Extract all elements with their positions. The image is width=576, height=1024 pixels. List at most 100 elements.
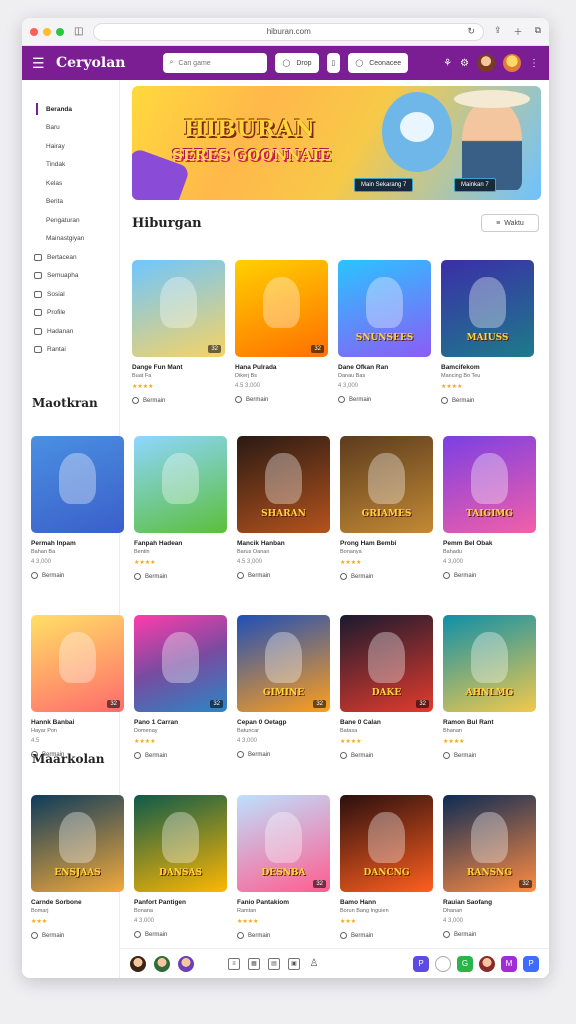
brand-logo[interactable]: Ceryolan bbox=[56, 55, 125, 71]
game-title[interactable]: Mancik Hanban bbox=[237, 540, 330, 547]
game-card[interactable]: 32 Dange Fun Mant Buat Fa ★★★★ Bermain bbox=[132, 260, 225, 404]
game-title[interactable]: Fanpah Hadean bbox=[134, 540, 227, 547]
game-card[interactable]: Permah Inpam Bahan Ba 4 3,000 Bermain bbox=[31, 436, 124, 580]
gift-icon[interactable]: ▣ bbox=[288, 957, 300, 970]
user-icon[interactable]: ♙ bbox=[308, 958, 320, 970]
game-title[interactable]: Bamcifekom bbox=[441, 364, 534, 371]
play-button[interactable]: Bermain bbox=[237, 751, 330, 758]
minimize-dot[interactable] bbox=[43, 27, 51, 36]
game-card[interactable]: SNUNSEES Dane Ofkan Ran Danau Bas 4 3,000 Be… bbox=[338, 260, 431, 404]
play-button[interactable]: Bermain bbox=[443, 572, 536, 579]
sidebar-icon-item-0[interactable]: Bertacean bbox=[22, 248, 119, 267]
game-card[interactable]: GIMINE 32 Cepan 0 Oetagp Batuncar 4 3,000 Ber… bbox=[237, 615, 330, 759]
list-icon[interactable]: ≡ bbox=[228, 957, 240, 970]
game-card[interactable]: SHARAN Mancik Hanban Barus Oanan 4.5 3,000 B… bbox=[237, 436, 330, 580]
play-button[interactable]: Bermain bbox=[237, 572, 330, 579]
game-card[interactable]: AHNLMG Ramon Bul Rant Bhanan ★★★★ Bermain bbox=[443, 615, 536, 759]
game-title[interactable]: Prong Ham Bembi bbox=[340, 540, 433, 547]
game-card[interactable]: TAIGIMG Pemm Bel Obak Bahadu 4 3,000 Bermain bbox=[443, 436, 536, 580]
play-button[interactable]: Bermain bbox=[235, 396, 328, 403]
play-button[interactable]: Bermain bbox=[443, 752, 536, 759]
game-title[interactable]: Carnde Sorbone bbox=[31, 899, 124, 906]
sidebar-icon-item-3[interactable]: Profile bbox=[22, 304, 119, 323]
quick-app-button[interactable]: M bbox=[501, 955, 517, 972]
game-card[interactable]: ENSJAAS Carnde Sorbone Bomarj ★★★ Bermain bbox=[31, 795, 124, 939]
play-button[interactable]: Bermain bbox=[134, 752, 227, 759]
game-thumbnail[interactable]: 32 bbox=[235, 260, 328, 357]
game-title[interactable]: Fanio Pantakiom bbox=[237, 899, 330, 906]
game-card[interactable]: DANSAS Panfort Pantigen Bonana 4 3,000 Berma… bbox=[134, 795, 227, 939]
play-button[interactable]: Bermain bbox=[338, 396, 431, 403]
game-thumbnail[interactable]: GRIAMES bbox=[340, 436, 433, 533]
maximize-dot[interactable] bbox=[56, 27, 64, 36]
play-button[interactable]: Bermain bbox=[340, 932, 433, 939]
game-thumbnail[interactable]: SNUNSEES bbox=[338, 260, 431, 357]
play-button[interactable]: Bermain bbox=[31, 751, 124, 758]
quick-app-button[interactable]: P bbox=[413, 955, 429, 972]
calendar-icon[interactable]: ▤ bbox=[268, 957, 280, 970]
sidebar-icon-item-1[interactable]: Semuapha bbox=[22, 267, 119, 286]
avatar[interactable] bbox=[130, 955, 146, 972]
avatar[interactable] bbox=[178, 955, 194, 972]
sidebar-item-1[interactable]: Baru bbox=[22, 119, 119, 138]
game-card[interactable]: DANCNG Bamo Hann Borun Bang Inguien ★★★ Berm… bbox=[340, 795, 433, 939]
play-button[interactable]: Bermain bbox=[441, 397, 534, 404]
game-card[interactable]: Fanpah Hadean Bentin ★★★★ Bermain bbox=[134, 436, 227, 580]
sidebar-item-5[interactable]: Berita bbox=[22, 193, 119, 212]
game-thumbnail[interactable]: 32 bbox=[132, 260, 225, 357]
game-thumbnail[interactable]: DANCNG bbox=[340, 795, 433, 892]
sidebar-icon-item-2[interactable]: Sosial bbox=[22, 285, 119, 304]
game-card[interactable]: DESNBA 32 Fanio Pantakiom Ramtan ★★★★ Bermain bbox=[237, 795, 330, 939]
game-card[interactable]: DAKE 32 Bane 0 Calan Batasa ★★★★ Bermain bbox=[340, 615, 433, 759]
share-icon[interactable]: ⇪ bbox=[494, 25, 502, 38]
game-title[interactable]: Cepan 0 Oetagp bbox=[237, 719, 330, 726]
game-title[interactable]: Hana Pulrada bbox=[235, 364, 328, 371]
tabs-icon[interactable]: ⧉ bbox=[535, 25, 541, 38]
game-card[interactable]: 32 Hana Pulrada Dikerj Bs 4.5 3,000 Bermain bbox=[235, 260, 328, 404]
banner-secondary-button[interactable]: Mainkan 7 bbox=[454, 178, 496, 192]
game-card[interactable]: 32 Pano 1 Carran Domenay ★★★★ Bermain bbox=[134, 615, 227, 759]
play-button[interactable]: Bermain bbox=[31, 932, 124, 939]
quick-app-button[interactable]: G bbox=[457, 955, 473, 972]
sidebar-item-7[interactable]: Mainastgiyan bbox=[22, 230, 119, 249]
grid-icon[interactable]: ▦ bbox=[248, 957, 260, 970]
new-tab-icon[interactable]: ＋ bbox=[514, 25, 523, 38]
game-title[interactable]: Pemm Bel Obak bbox=[443, 540, 536, 547]
game-thumbnail[interactable] bbox=[134, 436, 227, 533]
menu-icon[interactable]: ☰ bbox=[32, 55, 48, 72]
quick-app-button[interactable] bbox=[435, 955, 451, 972]
address-bar[interactable]: hiburan.com ↻ bbox=[93, 22, 484, 41]
category-dropdown[interactable]: ◯ Ceonacee bbox=[348, 53, 409, 73]
search-input[interactable] bbox=[178, 59, 239, 67]
sidebar-icon-item-4[interactable]: Hadanan bbox=[22, 322, 119, 341]
bookmark-button[interactable]: ▯ bbox=[326, 53, 341, 73]
game-card[interactable]: MAIUSS Bamcifekom Mancing Bo Teu ★★★★ Bermai… bbox=[441, 260, 534, 404]
game-title[interactable]: Panfort Pantigen bbox=[134, 899, 227, 906]
sort-dropdown[interactable]: ≡ Waktu bbox=[481, 214, 539, 232]
play-button[interactable]: Bermain bbox=[237, 932, 330, 939]
filter-dropdown[interactable]: ◯ Drop bbox=[275, 53, 319, 73]
game-thumbnail[interactable]: GIMINE 32 bbox=[237, 615, 330, 712]
reload-icon[interactable]: ↻ bbox=[467, 26, 475, 37]
quick-app-button[interactable]: P bbox=[523, 955, 539, 972]
game-title[interactable]: Ramon Bul Rant bbox=[443, 719, 536, 726]
game-thumbnail[interactable]: RANSNG 32 bbox=[443, 795, 536, 892]
close-dot[interactable] bbox=[30, 27, 38, 36]
play-button[interactable]: Bermain bbox=[132, 397, 225, 404]
sidebar-item-0[interactable]: Beranda bbox=[22, 100, 119, 119]
hero-banner[interactable]: HIBURAN SERES GOONNAIE Main Sekarang 7 M… bbox=[132, 86, 541, 200]
avatar[interactable] bbox=[154, 955, 170, 972]
more-icon[interactable]: ⋮ bbox=[529, 58, 539, 69]
play-button[interactable]: Bermain bbox=[134, 573, 227, 580]
quick-app-button[interactable] bbox=[479, 955, 495, 972]
game-title[interactable]: Permah Inpam bbox=[31, 540, 124, 547]
play-button[interactable]: Bermain bbox=[340, 573, 433, 580]
play-button[interactable]: Bermain bbox=[340, 752, 433, 759]
game-title[interactable]: Hannk Banbai bbox=[31, 719, 124, 726]
game-thumbnail[interactable]: AHNLMG bbox=[443, 615, 536, 712]
settings-icon[interactable]: ⚙ bbox=[460, 58, 469, 69]
game-thumbnail[interactable]: ENSJAAS bbox=[31, 795, 124, 892]
avatar-2[interactable] bbox=[503, 54, 521, 72]
notification-icon[interactable]: ⚘ bbox=[443, 58, 452, 69]
game-thumbnail[interactable]: DANSAS bbox=[134, 795, 227, 892]
